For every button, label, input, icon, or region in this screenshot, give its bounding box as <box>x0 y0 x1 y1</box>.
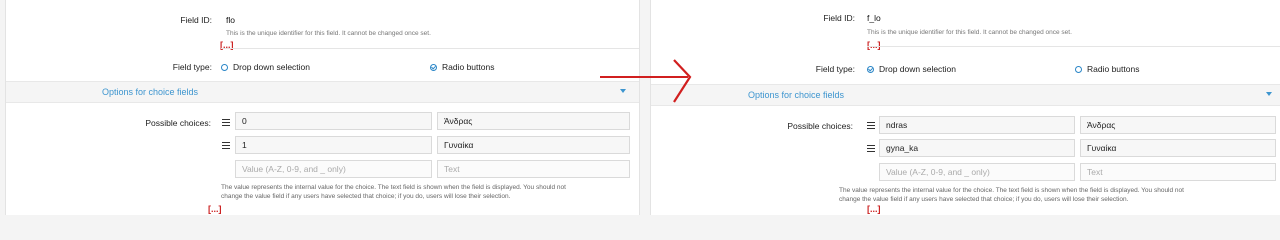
radio-buttons[interactable]: Radio buttons <box>430 62 494 72</box>
radio-unchecked-icon <box>1075 65 1082 73</box>
section-title: Options for choice fields <box>748 90 845 100</box>
ellipsis-marker: [...] <box>208 204 222 214</box>
field-id-value: f_lo <box>867 13 881 23</box>
hamburger-icon[interactable] <box>222 142 230 149</box>
radio-dropdown[interactable]: Drop down selection <box>867 64 956 74</box>
radio-unchecked-icon <box>221 63 228 71</box>
radio-dropdown-label: Drop down selection <box>879 64 957 74</box>
choice-value-input[interactable]: ndras <box>879 116 1075 134</box>
choice-text-input[interactable]: Άνδρας <box>437 112 630 130</box>
choice-value-input[interactable]: gyna_ka <box>879 139 1075 157</box>
explanation-line-2: change the value field if any users have… <box>839 196 1129 203</box>
field-id-underline <box>221 48 639 49</box>
explanation-line-2: change the value field if any users have… <box>221 193 511 200</box>
hamburger-icon[interactable] <box>222 119 230 126</box>
field-id-label: Field ID: <box>823 13 855 23</box>
section-title: Options for choice fields <box>102 87 199 97</box>
radio-checked-icon <box>430 63 437 71</box>
chevron-down-icon[interactable] <box>1266 92 1272 96</box>
before-panel: Field ID: flo This is the unique identif… <box>5 0 640 215</box>
arrow-right-icon <box>600 59 692 103</box>
hamburger-icon[interactable] <box>867 145 875 152</box>
new-value-input[interactable]: Value (A-Z, 0-9, and _ only) <box>235 160 432 178</box>
arrow-head <box>673 59 692 103</box>
new-text-input[interactable]: Text <box>437 160 630 178</box>
field-id-label: Field ID: <box>180 15 212 25</box>
choice-text-input[interactable]: Γυναίκα <box>437 136 630 154</box>
options-section-header[interactable]: Options for choice fields <box>651 84 1280 106</box>
field-type-label: Field type: <box>172 62 212 72</box>
field-id-value: flo <box>226 15 235 25</box>
field-id-underline <box>867 46 1280 47</box>
field-id-hint: This is the unique identifier for this f… <box>867 29 1072 36</box>
choice-text-input[interactable]: Γυναίκα <box>1080 139 1276 157</box>
ellipsis-marker: [...] <box>867 204 881 214</box>
radio-buttons-label: Radio buttons <box>1087 64 1140 74</box>
field-id-hint: This is the unique identifier for this f… <box>226 30 431 37</box>
possible-choices-label: Possible choices: <box>787 121 853 131</box>
radio-checked-icon <box>867 65 874 73</box>
radio-buttons-label: Radio buttons <box>442 62 495 72</box>
radio-buttons[interactable]: Radio buttons <box>1075 64 1139 74</box>
options-section-header[interactable]: Options for choice fields <box>6 81 639 103</box>
radio-dropdown-label: Drop down selection <box>233 62 311 72</box>
field-type-label: Field type: <box>815 64 855 74</box>
choice-value-input[interactable]: 1 <box>235 136 432 154</box>
new-text-input[interactable]: Text <box>1080 163 1276 181</box>
ellipsis-marker: [...] <box>867 40 881 50</box>
hamburger-icon[interactable] <box>867 122 875 129</box>
possible-choices-label: Possible choices: <box>145 118 211 128</box>
after-panel: Field ID: f_lo This is the unique identi… <box>650 0 1280 215</box>
choice-text-input[interactable]: Άνδρας <box>1080 116 1276 134</box>
choice-value-input[interactable]: 0 <box>235 112 432 130</box>
new-value-input[interactable]: Value (A-Z, 0-9, and _ only) <box>879 163 1075 181</box>
radio-dropdown[interactable]: Drop down selection <box>221 62 310 72</box>
